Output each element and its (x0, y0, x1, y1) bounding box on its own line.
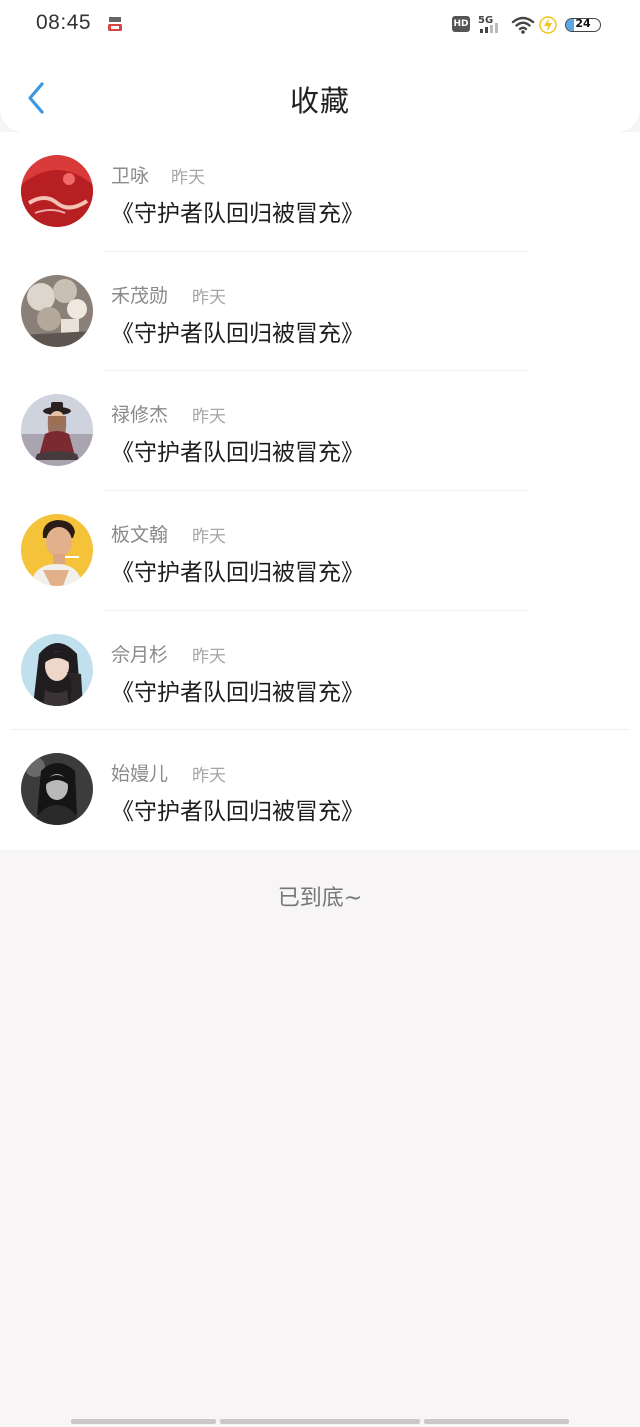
time-ago: 昨天 (192, 766, 226, 787)
author-name: 卫咏 (111, 165, 150, 187)
wifi-icon (511, 16, 535, 34)
time-ago: 昨天 (192, 646, 226, 667)
nav-bar-segment (71, 1419, 216, 1424)
favorites-list: 卫咏 昨天 《守护者队回归被冒充》 禾茂勋 昨天 《守护者队回归被冒充》 禄修杰… (0, 132, 640, 851)
avatar[interactable] (21, 155, 93, 227)
page-title: 收藏 (289, 84, 350, 118)
end-of-list-text: 已到底~ (277, 886, 363, 911)
article-title: 《守护者队回归被冒充》 (111, 201, 364, 227)
hd-icon: HD (452, 16, 470, 32)
article-title: 《守护者队回归被冒充》 (111, 560, 364, 587)
list-item[interactable]: 禾茂勋 昨天 《守护者队回归被冒充》 (0, 252, 640, 372)
header: 08:45 HD 5G 24 收藏 (0, 0, 640, 132)
time-ago: 昨天 (192, 407, 226, 428)
time-ago: 昨天 (192, 287, 226, 308)
article-title: 《守护者队回归被冒充》 (111, 440, 364, 467)
list-item[interactable]: 板文翰 昨天 《守护者队回归被冒充》 (0, 491, 640, 611)
avatar[interactable] (21, 753, 93, 826)
status-bar: 08:45 HD 5G 24 (0, 0, 640, 50)
article-title: 《守护者队回归被冒充》 (111, 799, 364, 826)
author-name: 板文翰 (111, 524, 169, 547)
article-title: 《守护者队回归被冒充》 (111, 320, 364, 347)
avatar[interactable] (21, 274, 93, 347)
avatar[interactable] (21, 633, 93, 706)
status-time: 08:45 (36, 11, 92, 34)
author-name: 始嫚儿 (111, 763, 169, 786)
list-item[interactable]: 禄修杰 昨天 《守护者队回归被冒充》 (0, 371, 640, 492)
battery-icon: 24 (565, 18, 601, 32)
nav-bar-segment (220, 1419, 420, 1424)
author-name: 禄修杰 (111, 404, 169, 427)
time-ago: 昨天 (171, 168, 205, 188)
network-label: 5G (478, 15, 493, 26)
charging-icon (539, 16, 557, 34)
article-title: 《守护者队回归被冒充》 (111, 679, 364, 706)
battery-level: 24 (575, 18, 591, 30)
nav-bar-segment (424, 1419, 569, 1424)
status-icons: HD 5G 24 (452, 14, 604, 36)
list-item[interactable]: 佘月杉 昨天 《守护者队回归被冒充》 (0, 611, 640, 731)
signal-icon: 5G (478, 15, 498, 33)
time-ago: 昨天 (192, 527, 226, 548)
app-notification-icon (108, 17, 122, 31)
author-name: 禾茂勋 (111, 284, 169, 307)
avatar[interactable] (21, 514, 93, 587)
author-name: 佘月杉 (111, 643, 169, 666)
list-item[interactable]: 卫咏 昨天 《守护者队回归被冒充》 (0, 132, 640, 252)
avatar[interactable] (21, 394, 93, 467)
list-item[interactable]: 始嫚儿 昨天 《守护者队回归被冒充》 (0, 730, 640, 850)
